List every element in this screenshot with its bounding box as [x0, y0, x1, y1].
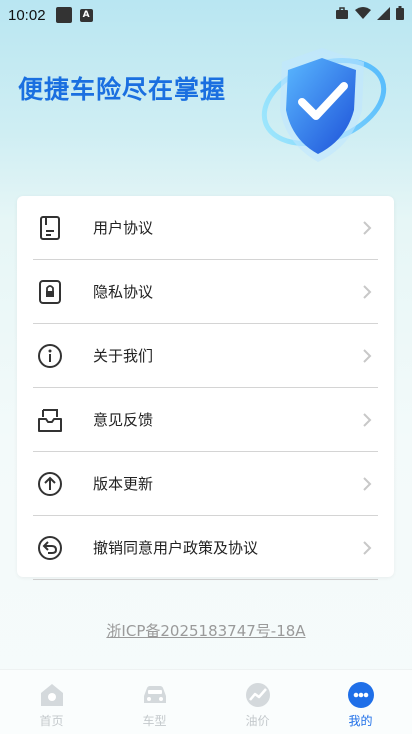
status-bar: 10:02 A — [0, 0, 412, 30]
menu-card: 用户协议 隐私协议 关于我们 意见反馈 版本更新 撤销同意用户政策及协议 — [17, 196, 394, 580]
tab-car-models[interactable]: 车型 — [103, 670, 206, 734]
chevron-right-icon — [363, 348, 372, 363]
undo-circle-icon — [35, 533, 65, 563]
tab-mine[interactable]: 我的 — [309, 670, 412, 734]
status-time: 10:02 — [8, 6, 46, 24]
menu-item-user-agreement[interactable]: 用户协议 — [33, 196, 378, 260]
menu-item-label: 用户协议 — [93, 219, 154, 237]
chevron-right-icon — [363, 476, 372, 491]
document-icon — [35, 213, 65, 243]
menu-item-about-us[interactable]: 关于我们 — [33, 324, 378, 388]
bottom-tab-bar: 首页 车型 油价 我的 — [0, 669, 412, 734]
menu-item-label: 撤销同意用户政策及协议 — [93, 539, 259, 557]
battery-icon — [396, 6, 404, 20]
tab-label: 首页 — [39, 714, 64, 728]
lock-icon — [35, 277, 65, 307]
feedback-icon — [35, 405, 65, 435]
chevron-right-icon — [363, 412, 372, 427]
tab-label: 车型 — [142, 714, 167, 728]
tab-oil-price[interactable]: 油价 — [206, 670, 309, 734]
tab-label: 油价 — [245, 714, 270, 728]
profile-dots-icon — [346, 680, 376, 710]
arrow-up-circle-icon — [35, 469, 65, 499]
oil-price-icon — [243, 680, 273, 710]
menu-item-feedback[interactable]: 意见反馈 — [33, 388, 378, 452]
notification-a-icon: A — [79, 8, 93, 22]
shield-check-icon — [261, 48, 387, 162]
menu-item-label: 隐私协议 — [93, 283, 154, 301]
chevron-right-icon — [363, 540, 372, 555]
menu-item-privacy-agreement[interactable]: 隐私协议 — [33, 260, 378, 324]
info-icon — [35, 341, 65, 371]
menu-item-version-update[interactable]: 版本更新 — [33, 452, 378, 516]
car-icon — [140, 680, 170, 710]
tab-home[interactable]: 首页 — [0, 670, 103, 734]
icp-link[interactable]: 浙ICP备2025183747号-18A — [0, 620, 412, 641]
menu-item-label: 关于我们 — [93, 347, 154, 365]
menu-item-revoke-consent[interactable]: 撤销同意用户政策及协议 — [33, 516, 378, 580]
menu-item-label: 意见反馈 — [93, 411, 154, 429]
wifi-icon — [355, 6, 371, 19]
menu-item-label: 版本更新 — [93, 475, 154, 493]
hero-title: 便捷车险尽在掌握 — [18, 75, 227, 104]
chevron-right-icon — [363, 284, 372, 299]
chevron-right-icon — [363, 220, 372, 235]
notification-app-icon — [55, 7, 72, 23]
briefcase-icon — [336, 6, 348, 19]
home-icon — [37, 680, 67, 710]
tab-label: 我的 — [348, 714, 373, 728]
signal-icon — [377, 6, 390, 20]
